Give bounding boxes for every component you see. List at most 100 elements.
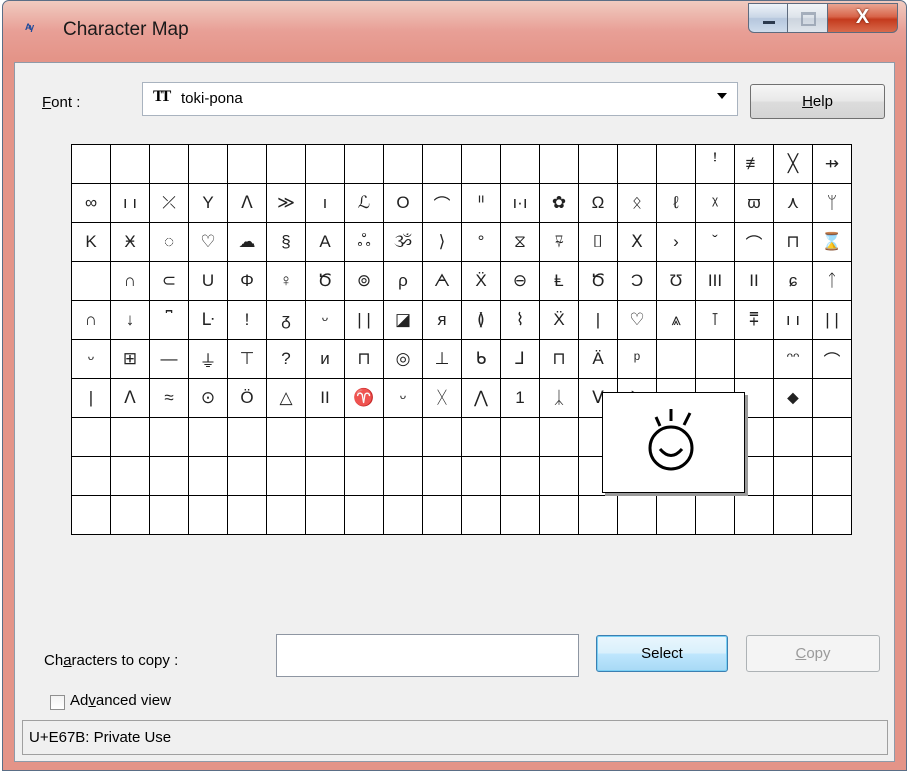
- character-cell[interactable]: ↓: [111, 301, 150, 340]
- character-cell[interactable]: ⟩: [423, 223, 462, 262]
- character-cell[interactable]: [813, 457, 852, 496]
- character-cell[interactable]: Ẍ: [540, 301, 579, 340]
- character-cell[interactable]: Ծ: [579, 262, 618, 301]
- character-cell[interactable]: ◎: [384, 340, 423, 379]
- character-cell[interactable]: [813, 496, 852, 535]
- character-cell[interactable]: ᴙ: [423, 301, 462, 340]
- minimize-button[interactable]: [748, 3, 788, 33]
- character-cell[interactable]: [306, 418, 345, 457]
- advanced-view-label[interactable]: Advanced view: [70, 692, 171, 709]
- advanced-view-checkbox[interactable]: [50, 695, 65, 710]
- character-cell[interactable]: —: [150, 340, 189, 379]
- character-cell[interactable]: [150, 418, 189, 457]
- character-cell[interactable]: ℓ: [657, 184, 696, 223]
- character-cell[interactable]: ı·ı: [501, 184, 540, 223]
- character-cell[interactable]: Ⅹ: [618, 223, 657, 262]
- character-cell[interactable]: △: [267, 379, 306, 418]
- character-cell[interactable]: [657, 145, 696, 184]
- character-cell[interactable]: ı: [306, 184, 345, 223]
- character-cell[interactable]: §: [267, 223, 306, 262]
- character-cell[interactable]: [540, 418, 579, 457]
- character-cell[interactable]: III: [696, 262, 735, 301]
- character-cell[interactable]: [540, 496, 579, 535]
- character-cell[interactable]: ᵕ: [306, 301, 345, 340]
- character-cell[interactable]: [306, 496, 345, 535]
- character-cell[interactable]: Ծ: [306, 262, 345, 301]
- character-cell[interactable]: Ö: [228, 379, 267, 418]
- character-cell[interactable]: [774, 457, 813, 496]
- character-cell[interactable]: [462, 145, 501, 184]
- character-cell[interactable]: [696, 340, 735, 379]
- character-cell[interactable]: [501, 145, 540, 184]
- character-cell[interactable]: II: [735, 262, 774, 301]
- character-cell[interactable]: [735, 340, 774, 379]
- character-cell[interactable]: [72, 418, 111, 457]
- character-cell[interactable]: ♈: [345, 379, 384, 418]
- character-cell[interactable]: [384, 145, 423, 184]
- character-cell[interactable]: [228, 457, 267, 496]
- character-cell[interactable]: [462, 496, 501, 535]
- character-cell[interactable]: [72, 145, 111, 184]
- character-cell[interactable]: ᵕ: [384, 379, 423, 418]
- character-cell[interactable]: ᵔᵔ: [774, 340, 813, 379]
- character-cell[interactable]: K: [72, 223, 111, 262]
- character-cell[interactable]: [462, 418, 501, 457]
- character-cell[interactable]: ♡: [618, 301, 657, 340]
- character-cell[interactable]: ᛘ: [813, 184, 852, 223]
- character-cell[interactable]: [540, 145, 579, 184]
- character-cell[interactable]: U: [189, 262, 228, 301]
- character-cell[interactable]: ᛣ: [540, 379, 579, 418]
- character-cell[interactable]: [189, 496, 228, 535]
- character-cell[interactable]: [189, 145, 228, 184]
- character-cell[interactable]: ˇ: [696, 223, 735, 262]
- characters-to-copy-field[interactable]: [276, 634, 579, 677]
- character-cell[interactable]: ⌇: [501, 301, 540, 340]
- character-cell[interactable]: ᛏ: [813, 262, 852, 301]
- character-cell[interactable]: ⩱: [735, 301, 774, 340]
- character-cell[interactable]: ⇸: [813, 145, 852, 184]
- character-cell[interactable]: [540, 457, 579, 496]
- character-cell[interactable]: [189, 457, 228, 496]
- character-cell[interactable]: [735, 496, 774, 535]
- character-cell[interactable]: ⊺: [696, 301, 735, 340]
- character-cell[interactable]: Ʊ: [657, 262, 696, 301]
- character-cell[interactable]: ☁: [228, 223, 267, 262]
- character-cell[interactable]: ᚷ: [423, 379, 462, 418]
- character-cell[interactable]: ɕ: [774, 262, 813, 301]
- character-cell[interactable]: |: [72, 379, 111, 418]
- character-cell[interactable]: | |: [345, 301, 384, 340]
- character-cell[interactable]: [345, 457, 384, 496]
- character-cell[interactable]: ⊥: [423, 340, 462, 379]
- character-cell[interactable]: ⍫: [540, 223, 579, 262]
- character-cell[interactable]: ρ: [384, 262, 423, 301]
- character-cell[interactable]: Ẍ: [462, 262, 501, 301]
- character-cell[interactable]: [423, 457, 462, 496]
- character-cell[interactable]: [618, 145, 657, 184]
- character-cell[interactable]: [774, 418, 813, 457]
- character-cell[interactable]: ⊓: [540, 340, 579, 379]
- character-cell[interactable]: ⌷: [579, 223, 618, 262]
- close-button[interactable]: X: [828, 3, 898, 33]
- character-cell[interactable]: °: [462, 223, 501, 262]
- character-cell[interactable]: ∞: [72, 184, 111, 223]
- character-cell[interactable]: ⌒: [423, 184, 462, 223]
- character-cell[interactable]: ∩: [111, 262, 150, 301]
- character-cell[interactable]: Φ: [228, 262, 267, 301]
- character-cell[interactable]: ꜝ: [696, 145, 735, 184]
- character-cell[interactable]: ı ı: [774, 301, 813, 340]
- character-cell[interactable]: ᵹ: [267, 301, 306, 340]
- character-cell[interactable]: ╳: [774, 145, 813, 184]
- character-cell[interactable]: ⎴: [150, 301, 189, 340]
- character-cell[interactable]: Ⱡ: [540, 262, 579, 301]
- character-cell[interactable]: Ο: [384, 184, 423, 223]
- character-cell[interactable]: ᐱ: [111, 379, 150, 418]
- character-cell[interactable]: [423, 418, 462, 457]
- character-cell[interactable]: [228, 145, 267, 184]
- select-button[interactable]: Select: [596, 635, 728, 672]
- character-cell[interactable]: ≢: [735, 145, 774, 184]
- character-cell[interactable]: [774, 496, 813, 535]
- character-cell[interactable]: [228, 496, 267, 535]
- character-cell[interactable]: ♡: [189, 223, 228, 262]
- title-bar[interactable]: ᴬᵞ Character Map X: [3, 1, 906, 63]
- character-cell[interactable]: [345, 418, 384, 457]
